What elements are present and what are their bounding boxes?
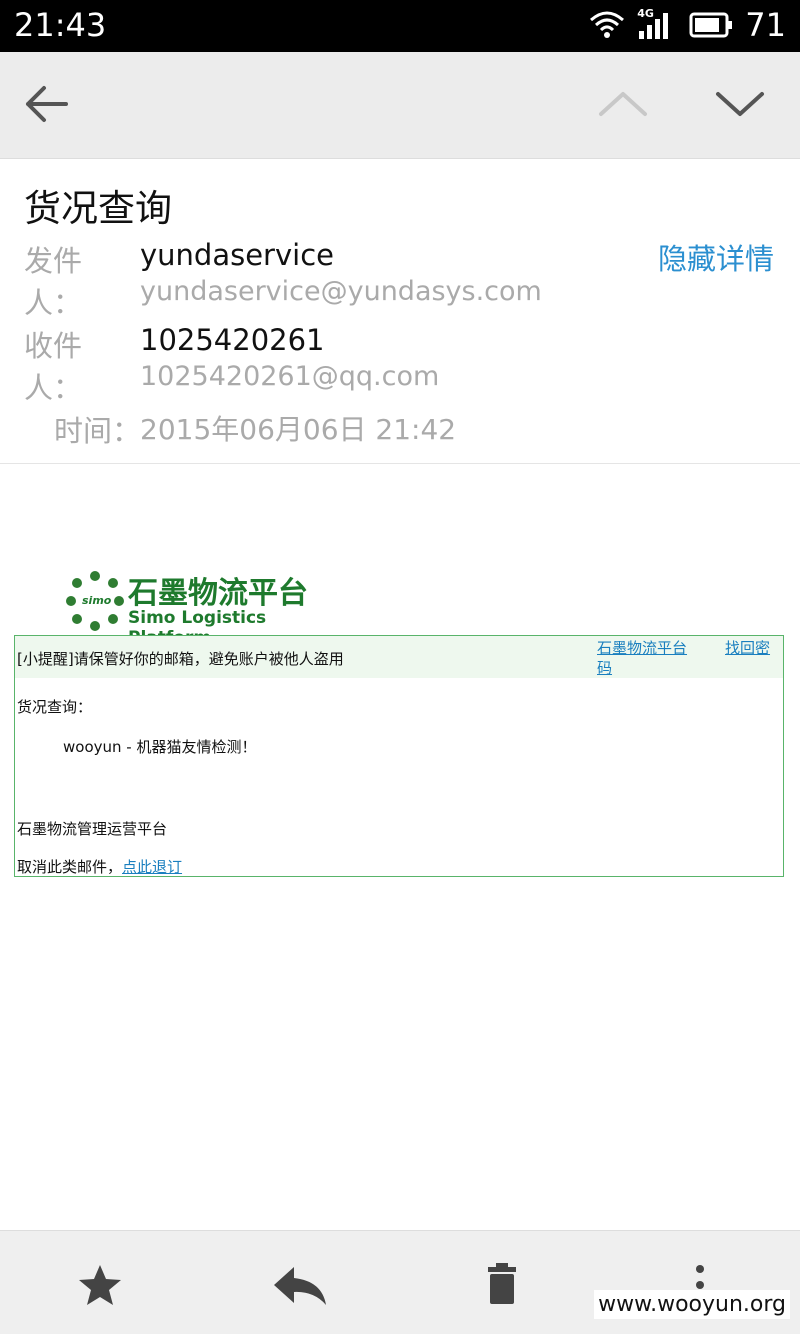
platform-link[interactable]: 石墨物流平台 码 bbox=[597, 638, 707, 678]
battery-level: 71 bbox=[745, 6, 786, 44]
back-arrow-icon[interactable] bbox=[22, 80, 70, 128]
star-icon[interactable] bbox=[76, 1261, 124, 1309]
signature: 石墨物流管理运营平台 bbox=[17, 820, 168, 838]
reminder-bar: [小提醒]请保管好你的邮箱，避免账户被他人盗用 石墨物流平台 码 找回密 bbox=[15, 636, 783, 678]
recipient-name[interactable]: 1025420261 bbox=[140, 323, 325, 357]
watermark: www.wooyun.org bbox=[594, 1290, 790, 1319]
status-icons: 4G 71 bbox=[589, 6, 786, 44]
wifi-icon bbox=[590, 11, 625, 38]
unsubscribe-line: 取消此类邮件，点此退订 bbox=[17, 856, 182, 877]
trash-icon[interactable] bbox=[478, 1261, 526, 1309]
platform-link-line2[interactable]: 码 bbox=[597, 659, 612, 677]
status-time: 21:43 bbox=[14, 6, 107, 44]
platform-link-line1[interactable]: 石墨物流平台 bbox=[597, 639, 687, 657]
top-navigation-bar bbox=[0, 52, 800, 159]
recipient-email[interactable]: 1025420261@qq.com bbox=[140, 361, 439, 392]
status-bar: 21:43 4G 71 bbox=[0, 0, 800, 52]
battery-icon bbox=[689, 12, 733, 38]
recipient-label: 收件人： bbox=[24, 329, 83, 405]
sender-email[interactable]: yundaservice@yundasys.com bbox=[140, 276, 542, 307]
security-tip: [小提醒]请保管好你的邮箱，避免账户被他人盗用 bbox=[17, 650, 344, 668]
hide-details-link[interactable]: 隐藏详情 bbox=[658, 236, 774, 278]
message-heading: 货况查询： bbox=[17, 698, 93, 716]
simo-logo: simo 石墨物流平台 Simo Logistics Platform bbox=[62, 568, 332, 648]
logo-chinese-name: 石墨物流平台 bbox=[128, 576, 308, 611]
unsubscribe-prefix: 取消此类邮件， bbox=[17, 858, 123, 876]
recover-password-link[interactable]: 找回密 bbox=[725, 638, 770, 658]
signal-icon: 4G bbox=[637, 7, 677, 41]
sender-name[interactable]: yundaservice bbox=[140, 238, 334, 272]
reply-icon[interactable] bbox=[270, 1261, 330, 1309]
email-message-box: [小提醒]请保管好你的邮箱，避免账户被他人盗用 石墨物流平台 码 找回密 货况查… bbox=[14, 635, 784, 877]
sender-label: 发件人： bbox=[24, 244, 83, 320]
message-text: wooyun - 机器猫友情检测！ bbox=[63, 738, 257, 756]
chevron-up-icon[interactable] bbox=[595, 80, 651, 128]
logo-small-text: simo bbox=[82, 594, 112, 607]
time-label: 时间： bbox=[54, 414, 142, 448]
email-subject: 货况查询 bbox=[24, 187, 172, 230]
email-header: 货况查询 发件人： yundaservice yundaservice@yund… bbox=[0, 158, 800, 464]
time-value: 2015年06月06日 21:42 bbox=[140, 413, 457, 446]
chevron-down-icon[interactable] bbox=[712, 80, 768, 128]
unsubscribe-link[interactable]: 点此退订 bbox=[122, 858, 182, 876]
